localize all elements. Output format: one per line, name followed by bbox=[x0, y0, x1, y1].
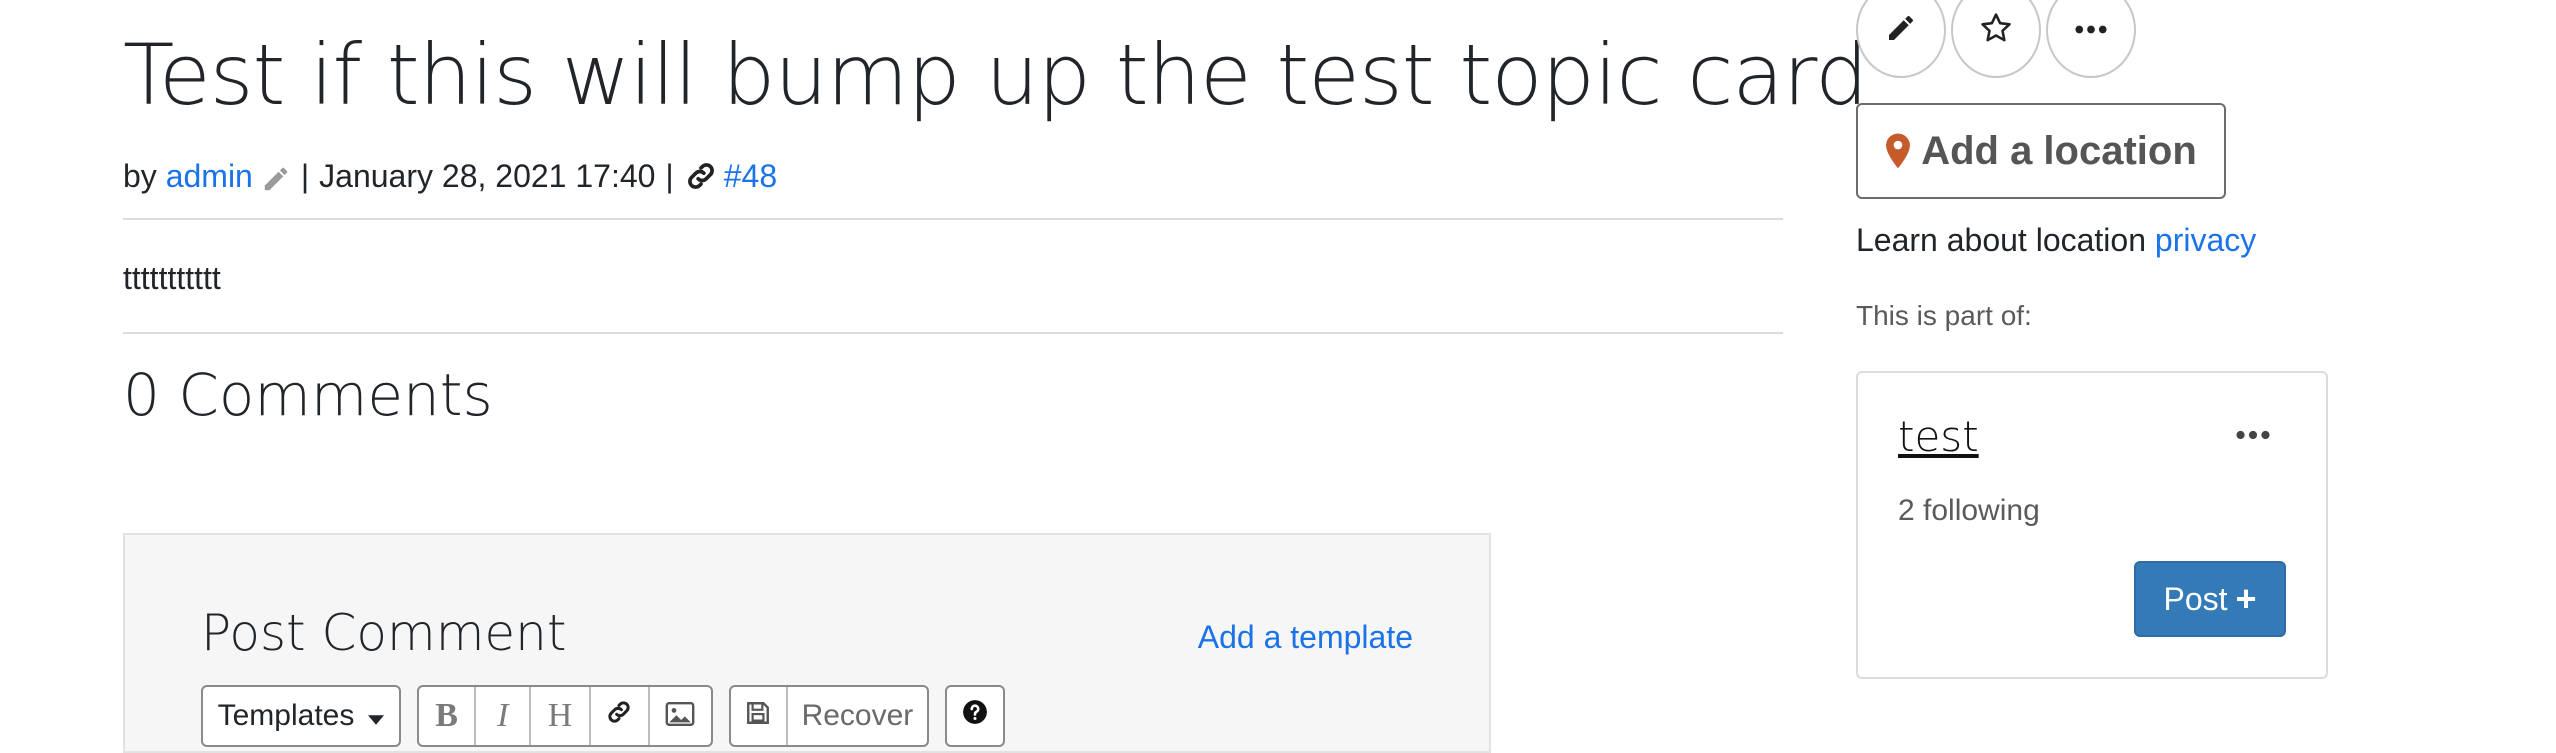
comments-heading: 0 Comments bbox=[123, 361, 493, 429]
post-button[interactable]: Post + bbox=[2134, 561, 2286, 637]
formatting-button-group: B I H bbox=[417, 685, 713, 747]
bold-button[interactable]: B bbox=[419, 687, 477, 745]
edit-author-pencil-icon[interactable] bbox=[261, 161, 291, 191]
pencil-icon bbox=[1885, 12, 1917, 49]
topic-id-link[interactable]: #48 bbox=[724, 154, 777, 198]
save-recover-group: Recover bbox=[729, 685, 929, 747]
insert-image-button[interactable] bbox=[650, 687, 711, 745]
chain-link-icon bbox=[605, 697, 633, 735]
help-icon bbox=[962, 699, 988, 733]
italic-button[interactable]: I bbox=[476, 687, 532, 745]
image-icon bbox=[665, 697, 695, 735]
more-options-button[interactable] bbox=[2046, 0, 2136, 78]
favorite-button[interactable] bbox=[1951, 0, 2041, 78]
comment-form-title: Post Comment bbox=[201, 604, 567, 662]
divider bbox=[123, 332, 1783, 334]
map-pin-icon bbox=[1885, 132, 1911, 170]
part-of-label: This is part of: bbox=[1856, 300, 2032, 331]
post-button-label: Post bbox=[2163, 580, 2228, 617]
recover-button[interactable]: Recover bbox=[788, 687, 927, 745]
plus-icon: + bbox=[2235, 578, 2257, 619]
location-privacy-text: Learn about location bbox=[1856, 222, 2146, 258]
privacy-link[interactable]: privacy bbox=[2155, 222, 2256, 258]
more-icon bbox=[2075, 21, 2107, 39]
chain-link-icon bbox=[684, 159, 718, 193]
topic-card-title[interactable]: test bbox=[1898, 411, 1979, 463]
templates-label: Templates bbox=[217, 699, 355, 732]
topic-body: ttttttttttt bbox=[123, 260, 221, 296]
page-title: Test if this will bump up the test topic… bbox=[123, 26, 1868, 124]
templates-dropdown-button[interactable]: Templates bbox=[201, 685, 401, 747]
help-button[interactable] bbox=[945, 685, 1005, 747]
post-date: January 28, 2021 17:40 bbox=[319, 158, 656, 194]
save-button[interactable] bbox=[731, 687, 788, 745]
insert-link-button[interactable] bbox=[591, 687, 650, 745]
star-icon bbox=[1979, 11, 2013, 50]
save-icon bbox=[745, 697, 771, 735]
card-more-icon[interactable] bbox=[2236, 427, 2270, 440]
add-template-link[interactable]: Add a template bbox=[1198, 617, 1413, 657]
byline-separator: | bbox=[300, 158, 310, 194]
author-link[interactable]: admin bbox=[166, 154, 253, 198]
add-location-button[interactable]: Add a location bbox=[1856, 103, 2226, 199]
heading-button[interactable]: H bbox=[531, 687, 591, 745]
topic-card: test 2 following Post + bbox=[1856, 371, 2328, 679]
comment-form-panel: Post Comment Add a template Templates B … bbox=[123, 533, 1491, 753]
following-count: 2 following bbox=[1898, 494, 2040, 527]
byline-separator: | bbox=[665, 158, 674, 194]
add-location-label: Add a location bbox=[1921, 128, 2197, 173]
byline-prefix: by bbox=[123, 158, 157, 194]
caret-down-icon bbox=[368, 699, 385, 733]
divider bbox=[123, 218, 1783, 220]
byline: by admin | January 28, 2021 17:40 | #48 bbox=[123, 154, 777, 198]
location-privacy-note: Learn about location privacy bbox=[1856, 219, 2256, 261]
edit-button[interactable] bbox=[1856, 0, 1946, 78]
